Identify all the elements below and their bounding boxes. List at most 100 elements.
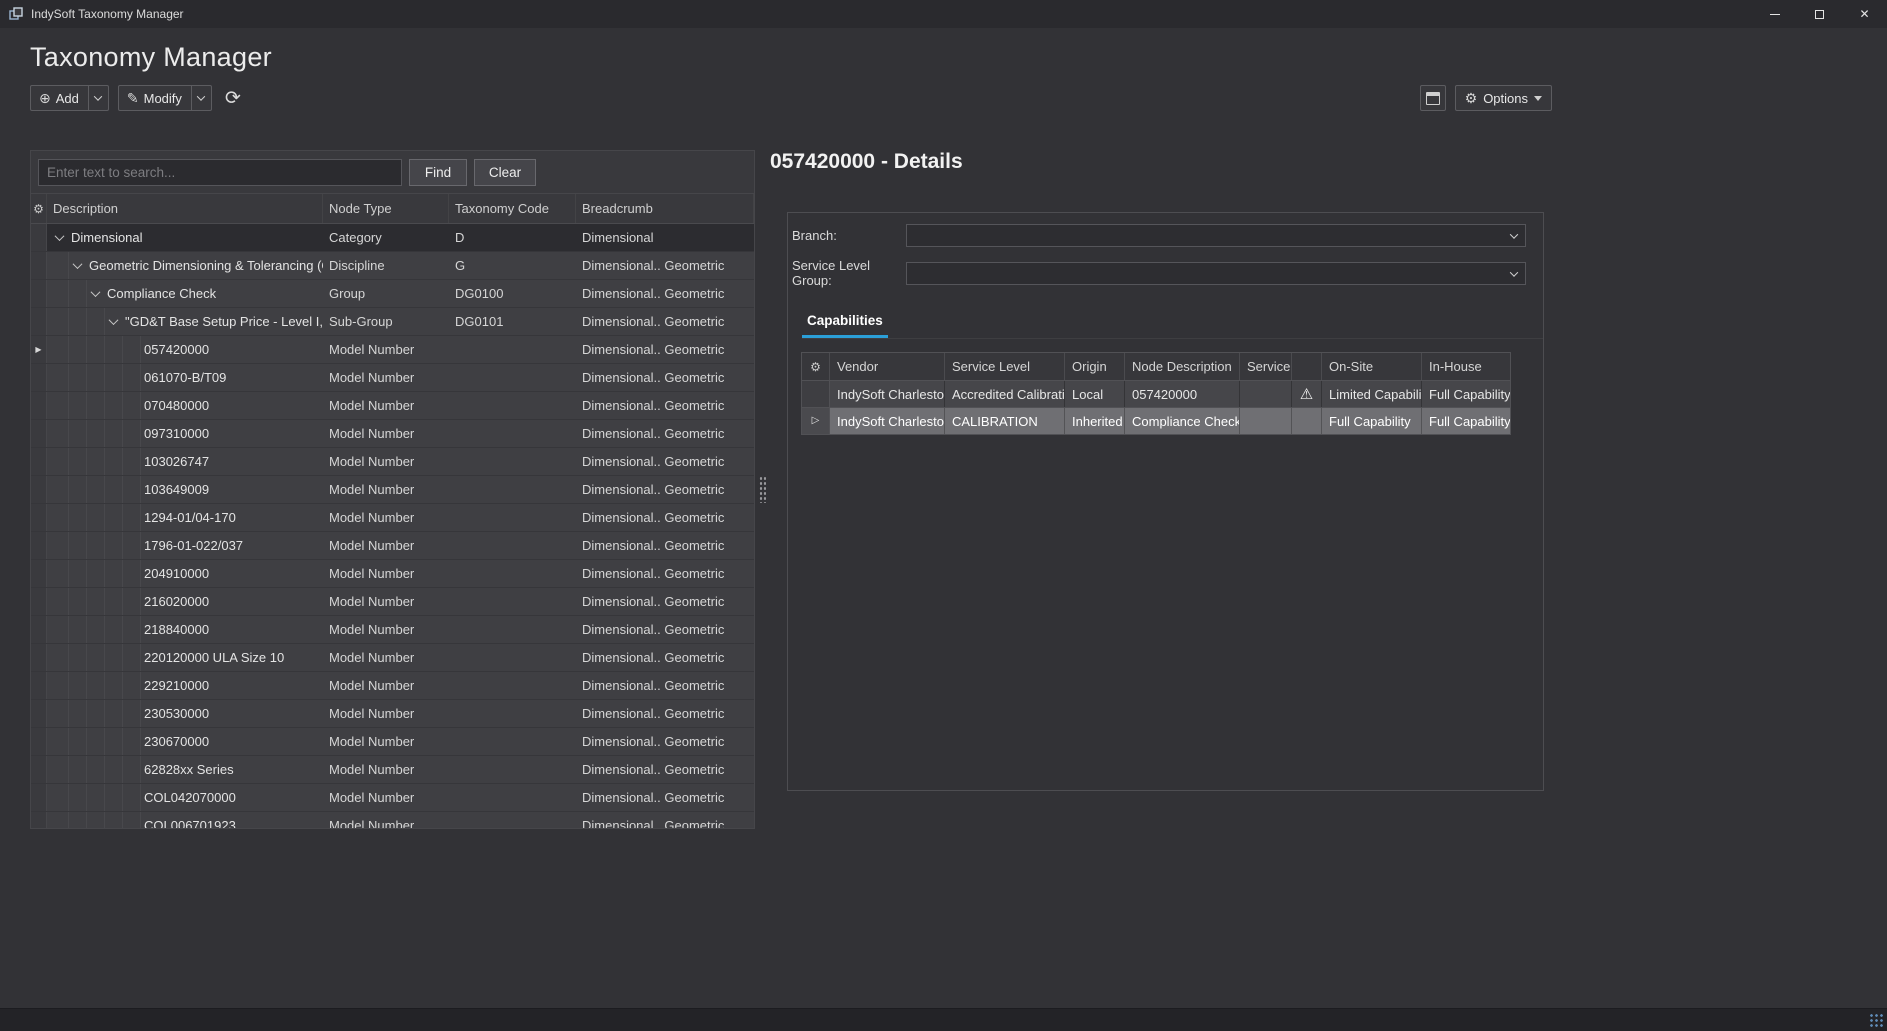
cap-column-node-description[interactable]: Node Description	[1125, 353, 1240, 380]
cap-column-service[interactable]: Service	[1240, 353, 1292, 380]
tree-row[interactable]: COL042070000 Model Number Dimensional.. …	[31, 784, 754, 812]
tree-row[interactable]: 103026747 Model Number Dimensional.. Geo…	[31, 448, 754, 476]
service-level-group-label: Service Level Group:	[792, 258, 902, 288]
tree-row-gutter	[31, 812, 47, 829]
tree-row[interactable]: ▶ 057420000 Model Number Dimensional.. G…	[31, 336, 754, 364]
tree-row[interactable]: 230670000 Model Number Dimensional.. Geo…	[31, 728, 754, 756]
modify-dropdown-arrow[interactable]	[191, 86, 211, 110]
tree-row[interactable]: Compliance Check Group DG0100 Dimensiona…	[31, 280, 754, 308]
tree-nodetype-cell: Model Number	[323, 756, 449, 783]
column-chooser-icon: ⚙	[33, 203, 44, 215]
tree-nodetype-cell: Model Number	[323, 532, 449, 559]
cap-row-gutter[interactable]: ▷	[802, 408, 830, 434]
tree-code-cell	[449, 364, 576, 391]
minimize-button[interactable]	[1752, 0, 1797, 28]
tree-code-cell	[449, 812, 576, 829]
panel-splitter[interactable]	[756, 150, 768, 829]
resize-grip[interactable]	[1870, 1014, 1884, 1028]
tree-nodetype-cell: Model Number	[323, 336, 449, 363]
tree-code-cell	[449, 336, 576, 363]
close-button[interactable]: ✕	[1842, 0, 1887, 28]
tree-row[interactable]: 1294-01/04-170 Model Number Dimensional.…	[31, 504, 754, 532]
tree-code-cell	[449, 476, 576, 503]
tree-row[interactable]: 230530000 Model Number Dimensional.. Geo…	[31, 700, 754, 728]
details-title: 057420000 - Details	[770, 150, 1560, 174]
options-button-label: Options	[1483, 91, 1528, 106]
add-button[interactable]: ⊕ Add	[30, 85, 109, 111]
cap-in-house-cell: Full Capability	[1422, 381, 1510, 407]
maximize-button[interactable]	[1797, 0, 1842, 28]
window-title: IndySoft Taxonomy Manager	[31, 7, 184, 21]
tree-description-cell: Dimensional	[47, 224, 323, 251]
modify-button-main[interactable]: ✎ Modify	[119, 86, 191, 110]
capability-row[interactable]: ▷ IndySoft Charleston CALIBRATION Inheri…	[801, 408, 1511, 435]
tree-node-label: 097310000	[141, 426, 209, 441]
tree-row[interactable]: Dimensional Category D Dimensional	[31, 224, 754, 252]
cap-node-description-cell: Compliance Check	[1125, 408, 1240, 434]
tree-breadcrumb-cell: Dimensional.. Geometric	[576, 728, 754, 755]
tree-row[interactable]: 229210000 Model Number Dimensional.. Geo…	[31, 672, 754, 700]
tree-code-cell	[449, 616, 576, 643]
tree-description-cell: 62828xx Series	[47, 756, 323, 783]
find-button[interactable]: Find	[409, 159, 467, 186]
cap-column-origin[interactable]: Origin	[1065, 353, 1125, 380]
tree-row[interactable]: 061070-B/T09 Model Number Dimensional.. …	[31, 364, 754, 392]
cap-column-warning[interactable]	[1292, 353, 1322, 380]
branch-combo[interactable]	[906, 224, 1526, 247]
calendar-button[interactable]	[1420, 85, 1446, 111]
expand-chevron-icon[interactable]	[69, 252, 86, 279]
tree-row[interactable]: 220120000 ULA Size 10 Model Number Dimen…	[31, 644, 754, 672]
tree-nodetype-cell: Model Number	[323, 700, 449, 727]
expand-chevron-icon[interactable]	[51, 224, 68, 251]
cap-row-gutter[interactable]	[802, 381, 830, 407]
expand-chevron-icon[interactable]	[105, 308, 122, 335]
tree-header-gutter[interactable]: ⚙	[31, 194, 47, 223]
modify-button[interactable]: ✎ Modify	[118, 85, 212, 111]
tab-capabilities[interactable]: Capabilities	[802, 308, 888, 338]
window-controls: ✕	[1752, 0, 1887, 28]
tree-column-description[interactable]: Description	[47, 194, 323, 223]
options-button[interactable]: ⚙ Options	[1455, 85, 1552, 111]
tree-row[interactable]: 1796-01-022/037 Model Number Dimensional…	[31, 532, 754, 560]
tree-nodetype-cell: Group	[323, 280, 449, 307]
calendar-icon	[1426, 92, 1440, 105]
tree-column-breadcrumb[interactable]: Breadcrumb	[576, 194, 754, 223]
tree-row[interactable]: COL006701923 Model Number Dimensional.. …	[31, 812, 754, 829]
tree-row[interactable]: 103649009 Model Number Dimensional.. Geo…	[31, 476, 754, 504]
tree-column-taxonomy-code[interactable]: Taxonomy Code	[449, 194, 576, 223]
cap-column-on-site[interactable]: On-Site	[1322, 353, 1422, 380]
cap-service-cell	[1240, 381, 1292, 407]
tree-code-cell	[449, 756, 576, 783]
tree-row[interactable]: Geometric Dimensioning & Tolerancing (GD…	[31, 252, 754, 280]
add-icon: ⊕	[39, 91, 51, 105]
tree-row[interactable]: "GD&T Base Setup Price - Level I, Non Su…	[31, 308, 754, 336]
cap-column-service-level[interactable]: Service Level	[945, 353, 1065, 380]
cap-column-vendor[interactable]: Vendor	[830, 353, 945, 380]
tree-row[interactable]: 097310000 Model Number Dimensional.. Geo…	[31, 420, 754, 448]
page-title: Taxonomy Manager	[30, 42, 272, 73]
search-row: Find Clear	[31, 151, 754, 193]
search-input[interactable]	[38, 159, 402, 186]
tree-node-label: 103649009	[141, 482, 209, 497]
tree-code-cell	[449, 672, 576, 699]
service-level-group-row: Service Level Group:	[792, 258, 1543, 288]
capabilities-header-gutter[interactable]: ⚙	[802, 353, 830, 380]
add-dropdown-arrow[interactable]	[88, 86, 108, 110]
tree-row[interactable]: 216020000 Model Number Dimensional.. Geo…	[31, 588, 754, 616]
cap-column-in-house[interactable]: In-House	[1422, 353, 1510, 380]
tree-row[interactable]: 070480000 Model Number Dimensional.. Geo…	[31, 392, 754, 420]
gear-icon: ⚙	[1465, 91, 1478, 105]
capability-row[interactable]: IndySoft Charleston Accredited Calibrati…	[801, 381, 1511, 408]
tree-row[interactable]: 218840000 Model Number Dimensional.. Geo…	[31, 616, 754, 644]
tree-column-node-type[interactable]: Node Type	[323, 194, 449, 223]
tree-breadcrumb-cell: Dimensional.. Geometric	[576, 476, 754, 503]
tree-row-gutter	[31, 700, 47, 727]
refresh-button[interactable]: ⟳	[221, 85, 245, 111]
clear-button[interactable]: Clear	[474, 159, 536, 186]
expand-chevron-icon[interactable]	[87, 280, 104, 307]
cap-expand-indicator: ▷	[812, 416, 820, 426]
tree-row[interactable]: 62828xx Series Model Number Dimensional.…	[31, 756, 754, 784]
service-level-group-combo[interactable]	[906, 262, 1526, 285]
add-button-main[interactable]: ⊕ Add	[31, 86, 88, 110]
tree-row[interactable]: 204910000 Model Number Dimensional.. Geo…	[31, 560, 754, 588]
